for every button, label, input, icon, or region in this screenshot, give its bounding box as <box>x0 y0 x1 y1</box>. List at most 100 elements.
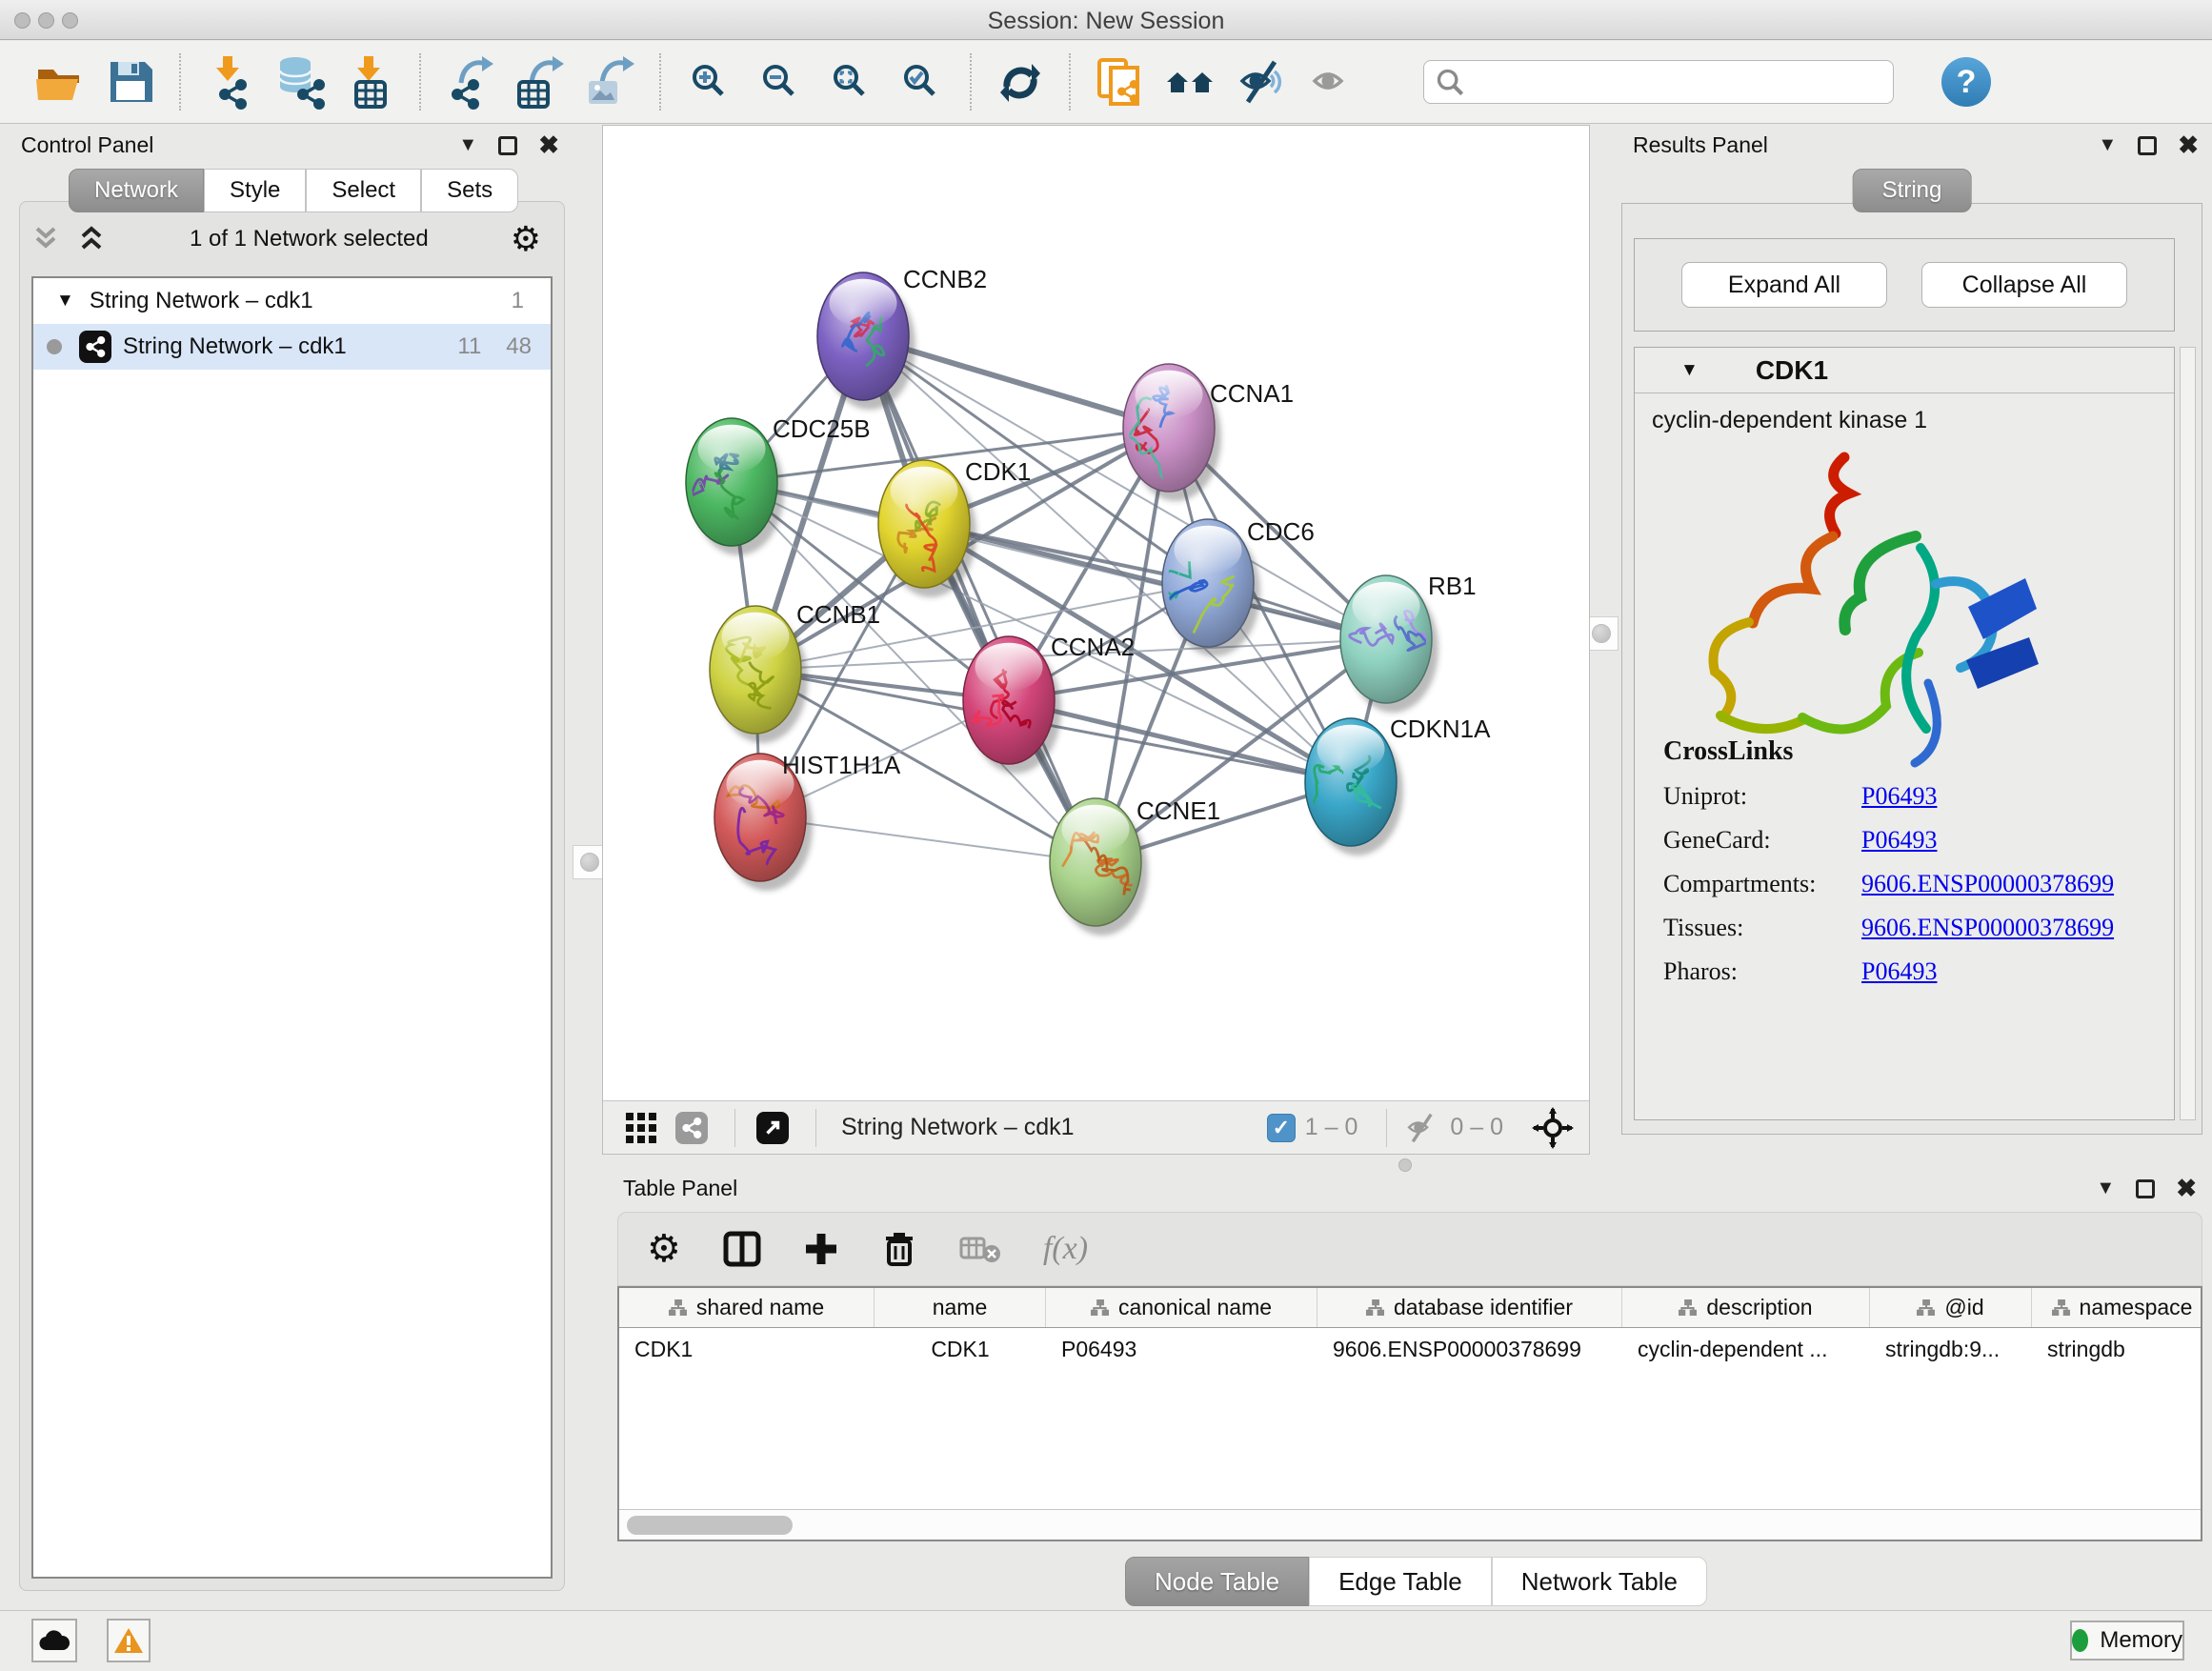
zoom-fit-button[interactable] <box>821 52 880 111</box>
panel-menu-caret-icon[interactable]: ▼ <box>458 134 477 156</box>
crosslink-link[interactable]: 9606.ENSP00000378699 <box>1861 870 2114 898</box>
network-collection-row[interactable]: ▼ String Network – cdk1 1 <box>33 278 551 324</box>
open-in-window-icon[interactable] <box>756 1112 789 1144</box>
help-button[interactable]: ? <box>1941 57 1991 107</box>
table-cell[interactable]: cyclin-dependent ... <box>1622 1328 1870 1370</box>
network-node-ccna2[interactable] <box>962 636 1061 774</box>
collapse-all-icon[interactable] <box>30 225 62 253</box>
function-builder-icon[interactable]: f(x) <box>1043 1231 1088 1267</box>
warnings-button[interactable] <box>107 1619 151 1662</box>
save-session-button[interactable] <box>101 52 160 111</box>
refresh-button[interactable] <box>991 52 1050 111</box>
collapse-all-button[interactable]: Collapse All <box>1921 262 2127 308</box>
close-panel-icon[interactable]: ✖ <box>2178 131 2199 160</box>
expand-all-button[interactable]: Expand All <box>1681 262 1887 308</box>
float-panel-icon[interactable] <box>2136 1179 2155 1198</box>
table-cell[interactable]: stringdb <box>2032 1328 2202 1370</box>
tab-network-table[interactable]: Network Table <box>1492 1557 1707 1606</box>
network-node-ccne1[interactable] <box>1050 798 1148 936</box>
gene-section-header[interactable]: ▼ CDK1 <box>1635 348 2174 393</box>
crosslink-label: Pharos: <box>1663 957 1861 986</box>
table-cell[interactable]: CDK1 <box>619 1328 875 1370</box>
zoom-selected-button[interactable] <box>892 52 951 111</box>
column-header-description[interactable]: description <box>1622 1288 1870 1327</box>
tree-expand-caret-icon[interactable]: ▼ <box>56 291 74 312</box>
column-header-namespace[interactable]: namespace <box>2032 1288 2202 1327</box>
tab-select[interactable]: Select <box>306 169 421 212</box>
section-collapse-caret-icon[interactable]: ▼ <box>1680 360 1699 381</box>
expand-all-icon[interactable] <box>75 225 108 253</box>
column-header-name[interactable]: name <box>875 1288 1046 1327</box>
first-neighbors-button[interactable] <box>1160 52 1219 111</box>
crosslinks-section: CrossLinks Uniprot:P06493GeneCard:P06493… <box>1663 736 2114 986</box>
close-panel-icon[interactable]: ✖ <box>2176 1174 2197 1203</box>
toolbar-separator <box>179 53 181 111</box>
hidden-items-eye-icon <box>1402 1112 1440 1144</box>
network-node-cdc6[interactable] <box>1159 519 1260 656</box>
navigate-crosshair-icon[interactable] <box>1532 1107 1574 1149</box>
selected-nodes-checkbox[interactable]: ✓ <box>1267 1114 1296 1142</box>
table-cell[interactable]: P06493 <box>1046 1328 1317 1370</box>
network-node-cdkn1a[interactable] <box>1305 718 1403 856</box>
zoom-in-button[interactable] <box>680 52 739 111</box>
table-hscrollbar[interactable] <box>619 1509 2201 1540</box>
crosslink-link[interactable]: P06493 <box>1861 782 1937 811</box>
table-row[interactable]: CDK1CDK1P064939606.ENSP00000378699cyclin… <box>619 1328 2201 1370</box>
table-cell[interactable]: 9606.ENSP00000378699 <box>1317 1328 1622 1370</box>
create-column-plus-icon[interactable] <box>803 1231 839 1267</box>
export-table-button[interactable] <box>511 52 570 111</box>
network-node-ccnb1[interactable] <box>710 606 808 743</box>
float-panel-icon[interactable] <box>498 136 517 155</box>
import-table-file-button[interactable] <box>341 52 400 111</box>
table-cell[interactable]: CDK1 <box>875 1328 1046 1370</box>
close-panel-icon[interactable]: ✖ <box>538 131 559 160</box>
tab-string[interactable]: String <box>1853 169 1972 212</box>
tab-node-table[interactable]: Node Table <box>1125 1557 1309 1606</box>
clone-network-button[interactable] <box>1090 52 1149 111</box>
tab-edge-table[interactable]: Edge Table <box>1309 1557 1492 1606</box>
import-network-file-button[interactable] <box>200 52 259 111</box>
node-label-ccne1: CCNE1 <box>1136 796 1220 825</box>
column-header--id[interactable]: @id <box>1870 1288 2032 1327</box>
memory-status-button[interactable]: Memory <box>2070 1621 2184 1661</box>
cloud-status-button[interactable] <box>31 1619 77 1662</box>
delete-column-trash-icon[interactable] <box>881 1230 917 1268</box>
export-network-button[interactable] <box>440 52 499 111</box>
network-options-gear-icon[interactable]: ⚙ <box>511 219 541 259</box>
birds-eye-grid-icon[interactable] <box>624 1111 658 1145</box>
network-node-ccnb2[interactable] <box>817 272 915 410</box>
tab-sets[interactable]: Sets <box>421 169 518 212</box>
column-header-canonical-name[interactable]: canonical name <box>1046 1288 1317 1327</box>
table-cell[interactable]: stringdb:9... <box>1870 1328 2032 1370</box>
crosslink-link[interactable]: P06493 <box>1861 957 1937 986</box>
panel-menu-caret-icon[interactable]: ▼ <box>2098 134 2117 156</box>
results-scrollbar-track[interactable] <box>2180 347 2196 1120</box>
network-edge[interactable] <box>924 524 1386 639</box>
network-canvas[interactable]: CCNB2CCNA1CDC25BCDK1CDC6RB1CCNB1CCNA2CDK… <box>603 126 1589 1101</box>
search-input[interactable] <box>1423 60 1894 104</box>
crosslink-link[interactable]: P06493 <box>1861 826 1937 855</box>
column-header-shared-name[interactable]: shared name <box>619 1288 875 1327</box>
float-panel-icon[interactable] <box>2138 136 2157 155</box>
tab-network[interactable]: Network <box>69 169 204 212</box>
zoom-out-button[interactable] <box>751 52 810 111</box>
delete-table-icon[interactable] <box>959 1233 1001 1265</box>
open-session-button[interactable] <box>30 52 90 111</box>
network-edge[interactable] <box>863 336 1096 862</box>
column-header-database-identifier[interactable]: database identifier <box>1317 1288 1622 1327</box>
tab-style[interactable]: Style <box>204 169 306 212</box>
crosslink-label: Compartments: <box>1663 870 1861 898</box>
network-row[interactable]: String Network – cdk1 11 48 <box>33 324 551 370</box>
table-hscrollbar-thumb[interactable] <box>627 1516 793 1535</box>
crosslink-link[interactable]: 9606.ENSP00000378699 <box>1861 914 2114 942</box>
hide-selected-button[interactable] <box>1231 52 1290 111</box>
node-label-cdc6: CDC6 <box>1247 517 1315 546</box>
import-network-database-button[interactable] <box>271 52 330 111</box>
show-columns-icon[interactable] <box>723 1230 761 1268</box>
show-all-button[interactable] <box>1301 52 1360 111</box>
panel-menu-caret-icon[interactable]: ▼ <box>2096 1178 2115 1199</box>
crosslink-row: GeneCard:P06493 <box>1663 826 2114 855</box>
export-image-button[interactable] <box>581 52 640 111</box>
table-options-gear-icon[interactable]: ⚙ <box>647 1227 681 1271</box>
string-overlay-icon[interactable] <box>675 1112 708 1144</box>
